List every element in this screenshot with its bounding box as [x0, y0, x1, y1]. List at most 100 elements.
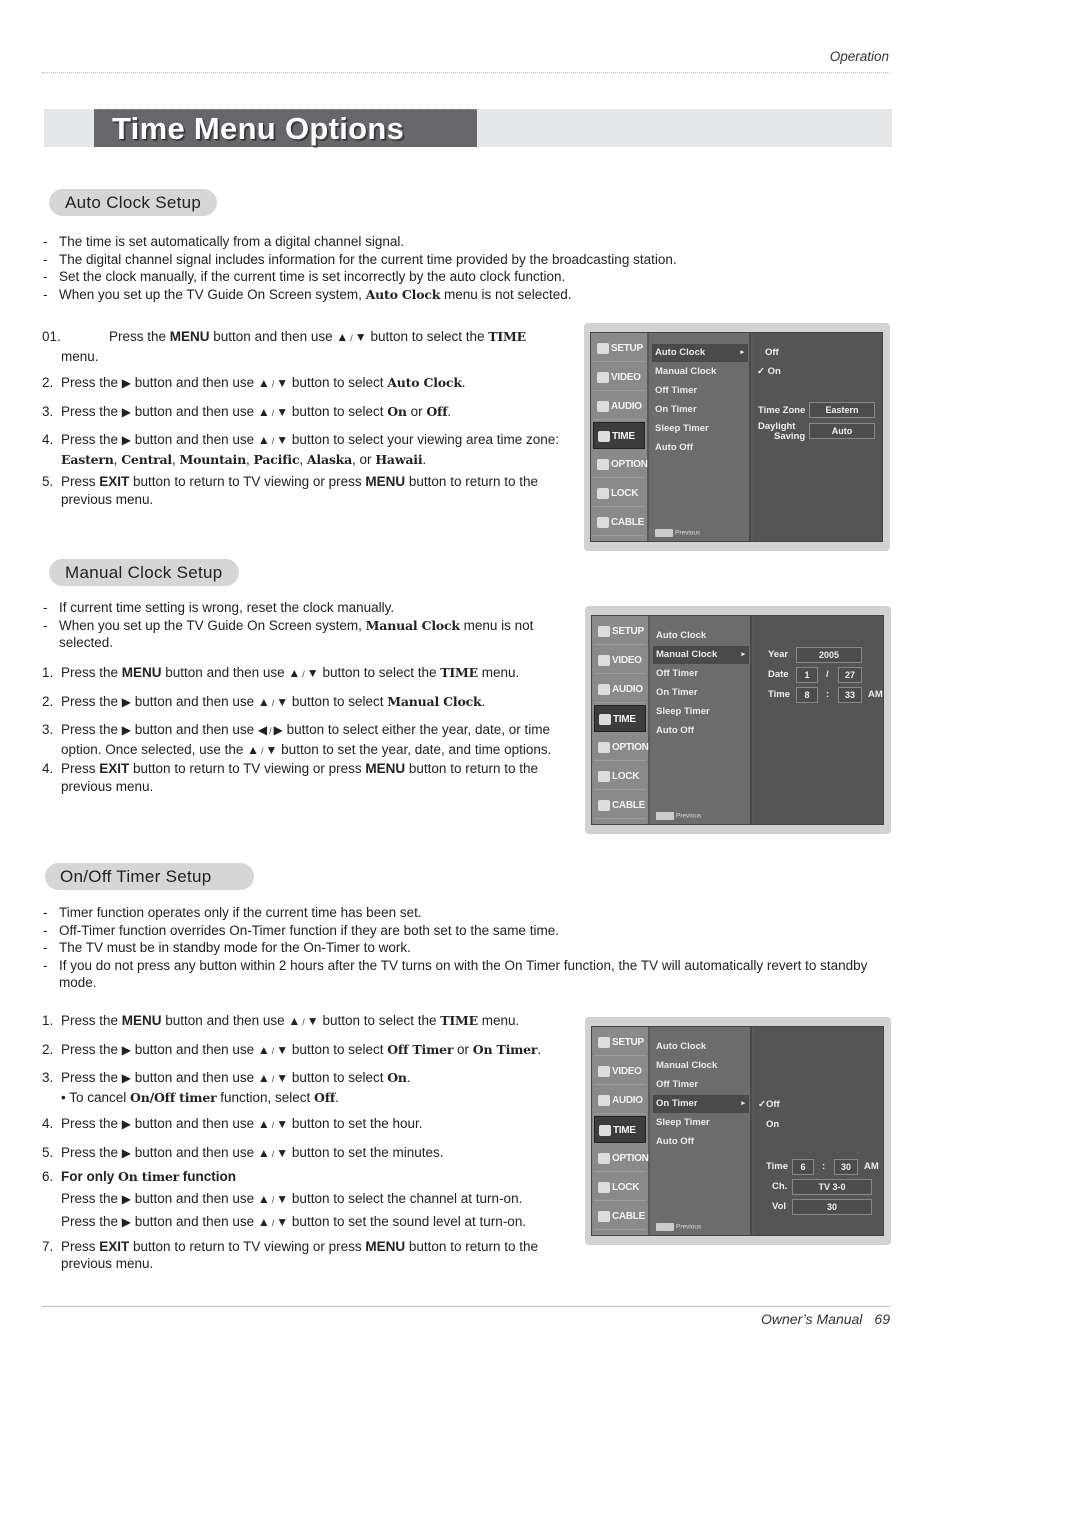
video-icon [598, 654, 610, 666]
step: 01. Press the MENU button and then use ▲… [42, 329, 526, 364]
note: If you do not press any button within 2 … [42, 957, 892, 992]
tv-side-setup: SETUP [594, 1029, 646, 1056]
option-icon [598, 741, 610, 753]
tv-menu-screenshot-on-timer: SETUP VIDEO AUDIO TIME OPTION LOCK CABLE… [585, 1017, 891, 1245]
channel-label: Ch. [772, 1181, 788, 1192]
step: 7. Press EXIT button to return to TV vie… [42, 1238, 538, 1272]
tv-previous-hint: Previous [656, 812, 701, 820]
audio-icon [598, 1094, 610, 1106]
date-month: 1 [796, 667, 818, 683]
time-icon [599, 1124, 611, 1136]
tv-time-menu: Auto Clock ▸ Manual Clock Off Timer On Ti… [649, 333, 751, 541]
lock-icon [598, 770, 610, 782]
cable-icon [597, 516, 609, 528]
tv-time-menu: Auto Clock Manual Clock ▸ Off Timer On Ti… [650, 616, 752, 824]
step: 2. Press the ▶ button and then use ▲ / ▼ b… [42, 693, 486, 709]
timer-steps: 1. Press the MENU button and then use ▲ /… [42, 1012, 587, 1273]
section-label: Operation [829, 49, 889, 64]
tv-side-time: TIME [594, 705, 646, 732]
date-separator: / [826, 669, 829, 680]
tv-side-option: OPTION [594, 1145, 649, 1172]
down-arrow-icon: ▼ [354, 330, 367, 344]
tv-side-lock: LOCK [594, 763, 646, 790]
tv-menu-item: Auto Clock ▸ [652, 344, 748, 362]
step: 4. Press EXIT button to return to TV vie… [42, 761, 538, 794]
time-ampm: AM [864, 1161, 879, 1172]
option-icon [597, 458, 609, 470]
timer-notes: Timer function operates only if the curr… [42, 904, 892, 992]
tv-side-video: VIDEO [594, 1058, 646, 1085]
auto-clock-steps: 01. Press the MENU button and then use ▲… [42, 328, 582, 508]
tv-time-menu: Auto Clock Manual Clock Off Timer On Tim… [650, 1027, 752, 1235]
step: 4. Press the ▶ button and then use ▲ / ▼ b… [42, 1116, 423, 1131]
time-minute: 33 [838, 687, 862, 703]
caret-right-icon: ▸ [741, 651, 745, 658]
note: The time is set automatically from a dig… [42, 233, 892, 251]
year-label: Year [768, 649, 789, 660]
tv-option-on: On [766, 1119, 780, 1130]
tv-menu-item: Manual Clock [656, 1060, 718, 1071]
tv-side-cable: CABLE [593, 509, 645, 536]
video-icon [597, 371, 609, 383]
time-ampm: AM [868, 689, 883, 700]
tv-side-menu: SETUP VIDEO AUDIO TIME OPTION LOCK CABLE [592, 1027, 649, 1235]
tv-menu-item: Auto Off [656, 725, 694, 736]
step: 5. Press EXIT button to return to TV vie… [42, 474, 538, 507]
manual-clock-notes: If current time setting is wrong, reset … [42, 599, 582, 652]
section-heading-timer: On/Off Timer Setup [45, 863, 254, 890]
tv-menu-item: Sleep Timer [656, 1117, 710, 1128]
tv-menu-item: Sleep Timer [656, 706, 710, 717]
step: 2. Press the ▶ button and then use ▲ / ▼ b… [42, 375, 466, 390]
lock-icon [598, 1181, 610, 1193]
tv-menu-item: Auto Clock [656, 630, 707, 641]
up-arrow-icon: ▲ [336, 330, 349, 344]
note: The TV must be in standby mode for the O… [42, 939, 892, 957]
daylight-saving-value: Auto [809, 423, 875, 439]
tv-previous-hint: Previous [656, 1223, 701, 1231]
check-icon: ✓ [758, 1099, 766, 1110]
time-minute: 30 [834, 1159, 858, 1175]
tv-option-on: ✓ On [757, 366, 781, 377]
tv-menu-item: On Timer ▸ [653, 1095, 749, 1113]
tv-side-menu: SETUP VIDEO AUDIO TIME OPTION LOCK CABLE [591, 333, 648, 541]
tv-submenu: Off ✓ On Time Zone Eastern Daylight Savin… [753, 333, 882, 541]
time-icon [599, 713, 611, 725]
tv-side-cable: CABLE [594, 1203, 646, 1230]
channel-value: TV 3-0 [792, 1179, 872, 1195]
time-hour: 6 [792, 1159, 814, 1175]
time-separator: : [826, 689, 830, 700]
note: When you set up the TV Guide On Screen s… [42, 286, 892, 304]
note: If current time setting is wrong, reset … [42, 599, 582, 617]
tv-side-option: OPTION [594, 734, 649, 761]
menu-key-icon [656, 812, 674, 820]
cable-icon [598, 799, 610, 811]
header-divider [42, 72, 890, 73]
step: 3. Press the ▶ button and then use ▲ / ▼ b… [42, 1069, 587, 1106]
tv-menu-item: On Timer [656, 687, 698, 698]
tv-side-audio: AUDIO [594, 1087, 646, 1114]
note: The digital channel signal includes info… [42, 251, 892, 269]
page-number: 69 [874, 1311, 890, 1327]
tv-menu-item: Auto Off [656, 1136, 694, 1147]
tv-side-audio: AUDIO [593, 393, 645, 420]
option-icon [598, 1152, 610, 1164]
step: 3. Press the ▶ button and then use ▲ / ▼ b… [42, 403, 452, 419]
tv-side-time: TIME [593, 422, 645, 449]
tv-menu-item: Off Timer [656, 668, 699, 679]
right-arrow-icon: ▶ [121, 376, 132, 390]
tv-side-cable: CABLE [594, 792, 646, 819]
step: 1. Press the MENU button and then use ▲ /… [42, 1013, 520, 1028]
auto-clock-notes: The time is set automatically from a dig… [42, 233, 892, 303]
step: 3. Press the ▶ button and then use ◀ / ▶ b… [42, 722, 552, 757]
daylight-saving-label: Daylight Saving [758, 421, 806, 442]
cancel-note: • To cancel On/Off timer function, selec… [61, 1089, 339, 1105]
volume-value: 30 [792, 1199, 872, 1215]
note: When you set up the TV Guide On Screen s… [42, 617, 582, 652]
tv-side-audio: AUDIO [594, 676, 646, 703]
tv-previous-hint: Previous [655, 529, 700, 537]
menu-key-icon [655, 529, 673, 537]
time-separator: : [822, 1161, 826, 1172]
video-icon [598, 1065, 610, 1077]
caret-right-icon: ▸ [741, 1100, 745, 1107]
section-heading-manual-clock: Manual Clock Setup [49, 559, 239, 586]
